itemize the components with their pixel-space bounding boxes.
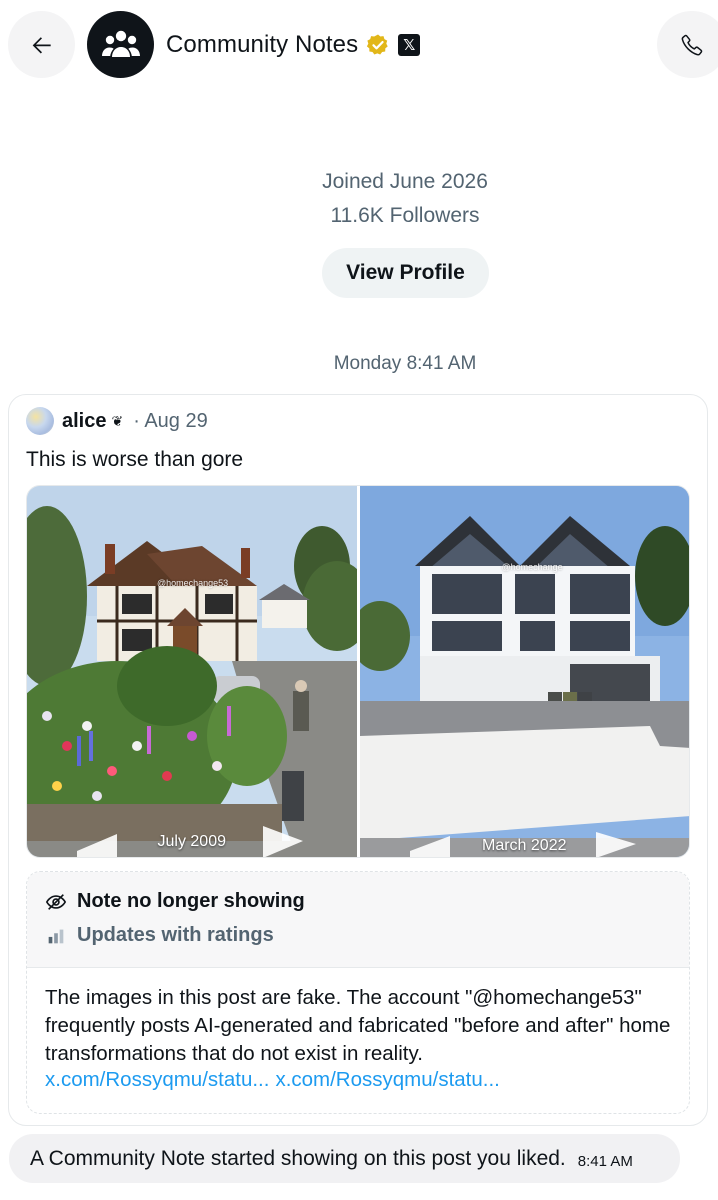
note-status-row: Note no longer showing: [45, 890, 305, 913]
header-title-group[interactable]: Community Notes 𝕏: [166, 27, 421, 63]
arrow-left-icon: [32, 36, 51, 53]
note-status-section: Note no longer showing Updates with rati…: [27, 872, 689, 968]
note-status-label: Note no longer showing: [77, 890, 305, 912]
account-name: Community Notes: [166, 31, 359, 58]
post-image-before[interactable]: @homechange53 July 2009: [27, 486, 357, 857]
post-header: alice ❦ · Aug 29: [26, 407, 208, 435]
community-notes-avatar[interactable]: [87, 11, 154, 78]
note-updates-row: Updates with ratings: [45, 924, 274, 947]
people-group-icon: [101, 30, 140, 57]
x-affiliate-icon: 𝕏: [398, 34, 421, 56]
view-profile-button[interactable]: View Profile: [322, 248, 489, 298]
message-time: 8:41 AM: [577, 1153, 633, 1170]
call-button[interactable]: [657, 11, 718, 78]
message-text: A Community Note started showing on this…: [30, 1146, 566, 1170]
conversation-header: Community Notes 𝕏: [0, 0, 718, 90]
image-caption: July 2009: [157, 833, 227, 850]
note-body-text: The images in this post are fake. The ac…: [45, 986, 671, 1065]
tudor-house-image: [27, 486, 357, 857]
note-updates-label: Updates with ratings: [77, 924, 274, 946]
post-author-avatar[interactable]: [26, 407, 54, 435]
post-text: This is worse than gore: [26, 448, 244, 471]
post-date: · Aug 29: [133, 409, 208, 432]
verified-badge-icon: [367, 34, 388, 55]
post-media[interactable]: @homechange53 July 2009 @homechange Marc…: [26, 485, 690, 858]
back-button[interactable]: [8, 11, 75, 78]
message-bubble[interactable]: A Community Note started showing on this…: [9, 1134, 680, 1183]
post-image-after[interactable]: @homechange March 2022: [359, 486, 689, 857]
note-source-link[interactable]: x.com/Rossyqmu/statu...: [45, 1068, 269, 1092]
author-emoji: ❦: [111, 412, 124, 429]
phone-icon: [681, 34, 703, 55]
image-caption: March 2022: [482, 837, 567, 854]
bar-chart-icon: [48, 929, 64, 943]
message-timestamp-separator: Monday 8:41 AM: [333, 353, 477, 374]
post-author-name[interactable]: alice: [62, 410, 106, 433]
note-source-link[interactable]: x.com/Rossyqmu/statu...: [275, 1068, 499, 1092]
note-links: x.com/Rossyqmu/statu... x.com/Rossyqmu/s…: [45, 1068, 500, 1092]
quoted-post-card[interactable]: alice ❦ · Aug 29 This is worse than gore: [8, 394, 708, 1126]
joined-date: Joined June 2026: [322, 170, 488, 193]
follower-count[interactable]: 11.6K Followers: [0, 204, 718, 228]
community-note[interactable]: Note no longer showing Updates with rati…: [26, 871, 690, 1114]
modern-house-image: [359, 486, 689, 857]
image-watermark: @homechange: [501, 562, 563, 572]
eye-off-icon: [45, 893, 67, 910]
image-watermark: @homechange53: [157, 578, 229, 588]
